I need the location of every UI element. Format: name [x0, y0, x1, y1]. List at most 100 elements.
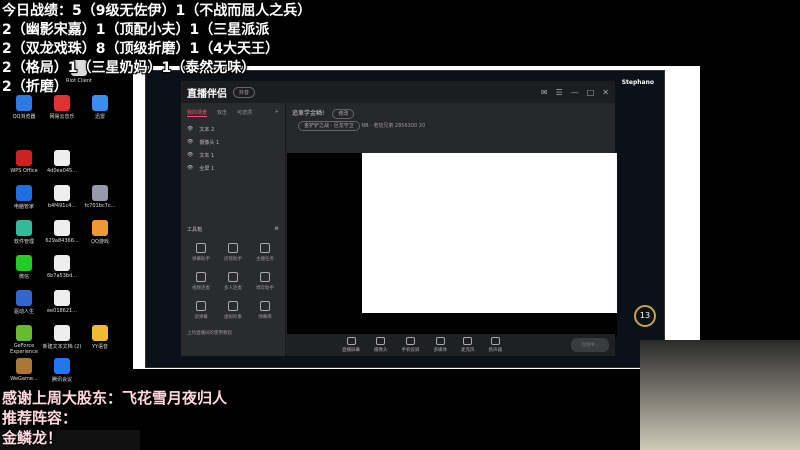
- desktop-icon[interactable]: 6b7a53bd...: [40, 255, 84, 279]
- like-count: 20: [418, 123, 426, 129]
- app-icon: [92, 220, 108, 236]
- source-item[interactable]: 👁 全屏 1: [181, 162, 285, 175]
- desktop-icon-label: 迅雷: [94, 114, 105, 120]
- eye-icon[interactable]: 👁: [187, 126, 193, 133]
- toolbox-title: 工具箱: [187, 227, 203, 233]
- desktop-icon-label: fc701bc7c...: [84, 203, 116, 209]
- eye-icon[interactable]: 👁: [187, 165, 193, 172]
- tool-item[interactable]: 多人连麦: [217, 272, 249, 291]
- tab-options[interactable]: 可选项: [237, 109, 252, 117]
- eye-icon[interactable]: 👁: [187, 152, 193, 159]
- desktop-icon-label: QQ游戏: [91, 239, 109, 245]
- bottom-tool-icon: [463, 337, 473, 345]
- desktop-icon[interactable]: QQ游戏: [78, 220, 122, 245]
- bottom-tool-label: 手机投屏: [401, 348, 420, 353]
- bottom-tool-button[interactable]: 麦克风: [461, 337, 475, 353]
- desktop-icon[interactable]: 腾讯会议: [40, 358, 84, 383]
- mail-icon[interactable]: ✉: [541, 88, 548, 97]
- scene-panel: 我的场景 双击 可选项 + 👁 文本 2 👁 摄像头 1 👁 文本 1 👁 全屏 1 工…: [181, 103, 286, 356]
- stats-overlay: 今日战绩：5（9级无佐伊）1（不战而屈人之兵） 2（幽影宋嘉）1（顶配小夫）1（…: [2, 2, 311, 97]
- settings-icon[interactable]: ⚙: [275, 226, 279, 233]
- tool-label: 多人连麦: [224, 286, 242, 291]
- bottom-tool-icon: [435, 337, 445, 345]
- app-icon: [54, 358, 70, 374]
- start-live-button[interactable]: 连接中...: [571, 338, 609, 352]
- maximize-icon[interactable]: □: [587, 88, 595, 97]
- source-item[interactable]: 👁 摄像头 1: [181, 136, 285, 149]
- desktop-icon-label: 6b7a53bd...: [46, 273, 78, 279]
- stats-line: 2（折磨）: [2, 79, 68, 95]
- tool-label: 博弈助手: [256, 286, 274, 291]
- menu-icon[interactable]: ☰: [556, 88, 563, 97]
- add-scene-icon[interactable]: +: [275, 109, 279, 117]
- app-icon: [92, 95, 108, 111]
- tool-icon: [260, 272, 270, 282]
- bottom-tool-icon: [490, 337, 500, 345]
- stats-line: 2（幽影宋嘉）1（顶配小夫）1（三星派派: [2, 22, 270, 38]
- level-badge: 13: [634, 305, 656, 327]
- source-label: 文本 1: [199, 153, 215, 159]
- bottom-tool-button[interactable]: 手机投屏: [402, 337, 420, 353]
- tool-item[interactable]: 弹幕库: [249, 301, 281, 320]
- app-icon: [54, 220, 70, 236]
- tool-item[interactable]: 读弹幕: [185, 301, 217, 320]
- bottom-tool-button[interactable]: 多媒体: [433, 337, 448, 353]
- app-icon: [54, 290, 70, 306]
- tab-my-scenes[interactable]: 我的场景: [187, 109, 208, 117]
- app-icon: [16, 185, 32, 201]
- stats-line: 今日战绩：5（9级无佐伊）1（不战而屈人之兵）: [2, 3, 312, 19]
- app-icon: [54, 95, 70, 111]
- tool-item[interactable]: 弹幕助手: [185, 243, 217, 262]
- bottom-tool-button[interactable]: 直播屏幕: [342, 337, 360, 353]
- app-icon: [54, 150, 70, 166]
- desktop-icon[interactable]: 4d0ea045...: [40, 150, 84, 174]
- desktop-icon[interactable]: fc701bc7c...: [78, 185, 122, 209]
- app-icon: [16, 95, 32, 111]
- tool-label: 主播任务: [256, 257, 274, 262]
- tool-label: 弹幕助手: [192, 257, 210, 262]
- bottom-tool-label: 多媒体: [433, 348, 448, 353]
- close-icon[interactable]: ✕: [602, 88, 609, 97]
- desktop-icon[interactable]: YY语音: [78, 325, 122, 350]
- thanks-line: 感谢上周大股东：飞花雪月夜归人: [2, 389, 228, 407]
- bottom-tool-button[interactable]: 扬声器: [489, 337, 502, 353]
- tool-item[interactable]: 主播任务: [249, 243, 281, 262]
- tab-double[interactable]: 双击: [217, 109, 227, 117]
- source-label: 摄像头 1: [199, 140, 220, 146]
- category-pill[interactable]: 金铲铲之战 · 巨龙守卫: [298, 121, 360, 131]
- lineup-line: 金鳞龙！: [2, 429, 63, 447]
- desktop-icon[interactable]: 迅雷: [78, 95, 122, 120]
- source-item[interactable]: 👁 文本 2: [181, 123, 285, 136]
- app-icon: [54, 185, 70, 201]
- tool-item[interactable]: 虚拟形象: [217, 301, 249, 320]
- tool-icon: [260, 243, 270, 253]
- app-icon: [16, 150, 32, 166]
- main-panel: 追車学金鳞! 修改 金铲铲之战 · 巨龙守卫 NB · 老班兄弟 2856300…: [287, 103, 617, 356]
- tool-item[interactable]: 视频连麦: [185, 272, 217, 291]
- source-item[interactable]: 👁 文本 1: [181, 149, 285, 162]
- desktop-icon[interactable]: ee018621...: [40, 290, 84, 314]
- source-label: 文本 2: [199, 127, 215, 133]
- app-icon: [54, 325, 70, 341]
- minimize-icon[interactable]: —: [571, 88, 579, 97]
- notice-text[interactable]: 上热直播间的使用教程: [181, 324, 285, 342]
- app-icon: [16, 358, 32, 374]
- streaming-app-window: 直播伴侣 抖音 ✉ ☰ — □ ✕ 我的场景 双击 可选项 + 👁 文本 2 👁 摄像头 1…: [180, 80, 617, 356]
- tool-icon: [196, 243, 206, 253]
- bottom-tool-button[interactable]: 摄像头: [374, 337, 388, 353]
- tool-icon: [196, 301, 206, 311]
- room-title: 追車学金鳞!: [292, 110, 325, 117]
- desktop-icon-label: ee018621...: [46, 308, 77, 314]
- edit-button[interactable]: 修改: [332, 109, 355, 119]
- stream-preview: [287, 153, 617, 337]
- app-icon: [92, 325, 108, 341]
- app-icon: [54, 255, 70, 271]
- bottom-tool-icon: [346, 337, 356, 345]
- eye-icon[interactable]: 👁: [187, 139, 193, 146]
- tool-item[interactable]: 博弈助手: [249, 272, 281, 291]
- bottom-tool-icon: [376, 337, 386, 345]
- desktop-icon-label: 4d0ea045...: [47, 168, 77, 174]
- viewer-count: 2856300: [394, 123, 418, 129]
- tool-item[interactable]: 房管助手: [217, 243, 249, 262]
- thanks-overlay: 感谢上周大股东：飞花雪月夜归人 推荐阵容： 金鳞龙！: [2, 388, 227, 448]
